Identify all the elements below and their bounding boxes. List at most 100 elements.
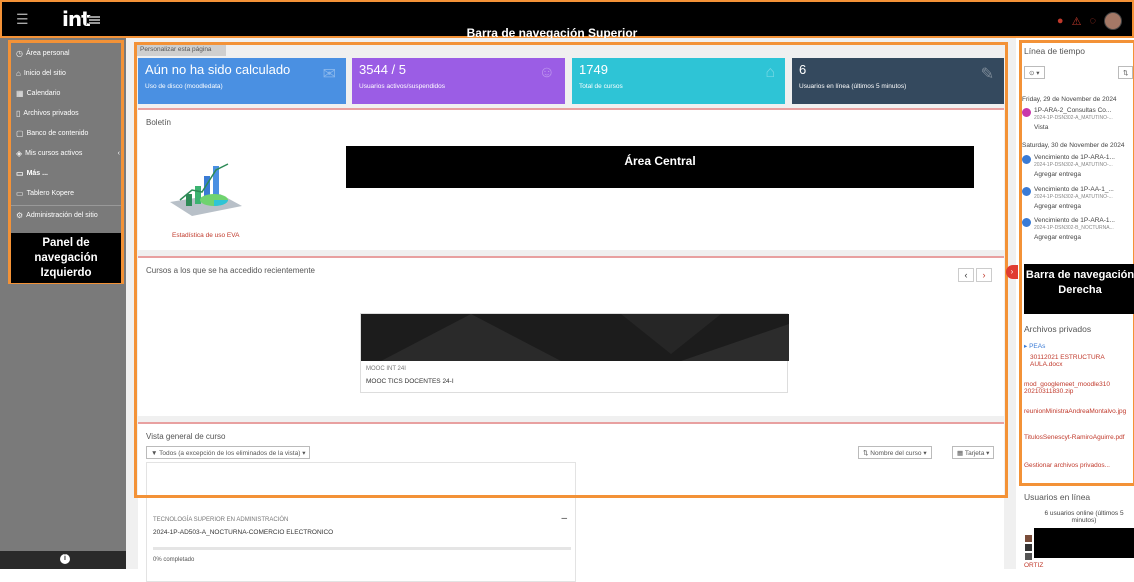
timeline-date: Friday, 29 de November de 2024: [1022, 96, 1117, 103]
block-title: Boletín: [146, 118, 171, 127]
right-panel-annotation-label: Barra de navegación Derecha: [1024, 264, 1134, 314]
folder-icon: ▭: [16, 169, 24, 178]
stat-value: 3544 / 5: [359, 62, 406, 77]
file-link[interactable]: reunionMinistraAndreaMontalvo.jpg: [1024, 408, 1134, 415]
course-banner-image[interactable]: [361, 314, 789, 361]
sidebar-item-area-personal[interactable]: ◷ Área personal: [16, 49, 70, 58]
stat-value: 6: [799, 62, 807, 77]
overview-course-card[interactable]: TECNOLOGÍA SUPERIOR EN ADMINISTRACIÓN 20…: [146, 462, 576, 582]
graduation-cap-icon: ⌂: [765, 64, 775, 81]
sidebar-divider: [11, 205, 121, 206]
prev-arrow-icon[interactable]: ‹: [958, 268, 974, 282]
home-icon: ⌂: [16, 69, 21, 78]
alert-icon[interactable]: ⚠: [1072, 15, 1082, 28]
file-link[interactable]: TitulosSenescyt-RamiroAguirre.pdf: [1024, 434, 1128, 441]
view-dropdown[interactable]: ▦ Tarjeta ▾: [952, 446, 995, 459]
recent-courses-block: Cursos a los que se ha accedido reciente…: [138, 256, 1004, 416]
user-avatar[interactable]: [1025, 544, 1032, 551]
timeline-event-course: 2024-1P-DSN302-A_MATUTINO-...: [1034, 162, 1113, 168]
hamburger-menu-icon[interactable]: ☰: [16, 12, 29, 26]
stat-card-disk: Aún no ha sido calculado Uso de disco (m…: [138, 58, 346, 104]
statistics-link[interactable]: Estadística de uso EVA: [172, 232, 239, 239]
logo-mark-icon: [86, 15, 100, 25]
next-arrow-icon[interactable]: ›: [976, 268, 992, 282]
folder-peas[interactable]: ▸ PEAs: [1024, 342, 1045, 350]
user-avatar[interactable]: [1104, 12, 1122, 30]
timeline-event-course: 2024-1P-DSN302-A_MATUTINO-...: [1034, 194, 1113, 200]
chat-icon[interactable]: ◌: [1089, 15, 1096, 27]
timeline-time-filter[interactable]: ⊙ ▾: [1024, 66, 1045, 79]
timeline-event-name[interactable]: Vencimiento de 1P-ARA-1...: [1034, 217, 1115, 224]
gear-icon: ⚙: [16, 211, 24, 220]
sidebar-item-inicio-sitio[interactable]: ⌂ Inicio del sitio: [16, 69, 66, 78]
timeline-event-name[interactable]: Vencimiento de 1P-ARA-1...: [1034, 154, 1115, 161]
sort-icon[interactable]: ⇅: [1118, 66, 1134, 79]
folder-icon: ▭: [16, 189, 24, 198]
block-title: Cursos a los que se ha accedido reciente…: [146, 266, 315, 275]
online-users-title: Usuarios en línea: [1024, 492, 1091, 502]
sidebar-item-label: Tablero Kopere: [26, 190, 75, 197]
grouping-filter-dropdown[interactable]: ▼ Todos (a excepción de los eliminados d…: [146, 446, 311, 459]
sort-dropdown[interactable]: ⇅ Nombre del curso ▾: [858, 446, 932, 459]
timeline-event-action[interactable]: Agregar entrega: [1034, 171, 1081, 178]
statistics-chart-image[interactable]: [170, 160, 242, 220]
recent-course-card[interactable]: MOOC INT 24I MOOC TICS DOCENTES 24-I: [360, 313, 789, 393]
user-avatar[interactable]: [1025, 553, 1032, 560]
online-user-name[interactable]: ORTIZ: [1024, 562, 1043, 569]
envelope-icon: ✉: [322, 66, 336, 83]
course-progress-bar: [153, 547, 571, 550]
central-area-annotation-label: Área Central: [346, 146, 974, 188]
sidebar-item-archivos-privados[interactable]: ▯ Archivos privados: [16, 109, 79, 118]
timeline-event-action[interactable]: Agregar entrega: [1034, 203, 1081, 210]
online-icon: ✎: [980, 66, 994, 83]
stat-value: 1749: [579, 62, 608, 77]
notification-bell-icon[interactable]: ●: [1057, 15, 1064, 27]
stat-card-online: 6 Usuarios en línea (últimos 5 minutos) …: [792, 58, 1004, 104]
timeline-event-action[interactable]: Agregar entrega: [1034, 234, 1081, 241]
sidebar-item-banco-contenido[interactable]: ▢ Banco de contenido: [16, 129, 88, 138]
sidebar-item-mas[interactable]: ▭ Más ...: [16, 169, 48, 178]
assignment-icon: [1022, 218, 1031, 227]
file-link[interactable]: 30112021 ESTRUCTURA AULA.docx: [1030, 354, 1130, 368]
graduation-cap-icon: ◈: [16, 149, 23, 158]
customize-page-button[interactable]: Personalizar esta página: [136, 44, 226, 56]
sidebar-item-label: Archivos privados: [23, 110, 79, 117]
timeline-event-name[interactable]: Vencimiento de 1P-AA-1_...: [1034, 186, 1114, 193]
sidebar-item-label: Inicio del sitio: [23, 70, 66, 77]
timeline-event-course: 2024-1P-DSN302-A_MATUTINO-...: [1034, 115, 1113, 121]
assignment-icon: [1022, 187, 1031, 196]
course-name[interactable]: 2024-1P-AD503-A_NOCTURNA-COMERCIO ELECTR…: [153, 529, 333, 536]
stat-value: Aún no ha sido calculado: [145, 62, 291, 77]
info-icon[interactable]: i: [60, 554, 70, 564]
sidebar-item-tablero-kopere[interactable]: ▭ Tablero Kopere: [16, 189, 74, 198]
sidebar-footer: i: [0, 551, 126, 569]
dashboard-icon: ◷: [16, 49, 23, 58]
right-sidebar: Línea de tiempo ⊙ ▾ ⇅ Friday, 29 de Nove…: [1016, 38, 1134, 569]
online-users-redacted: [1034, 528, 1134, 558]
timeline-event-name[interactable]: 1P-ARA-2_Consultas Co...: [1034, 107, 1111, 114]
stat-label: Uso de disco (moodledata): [145, 83, 223, 90]
timeline-event-action[interactable]: Vista: [1034, 124, 1048, 131]
timeline-date: Saturday, 30 de November de 2024: [1022, 142, 1125, 149]
timeline-event-course: 2024-1P-DSN302-B_NOCTURNA...: [1034, 225, 1114, 231]
sidebar-item-calendario[interactable]: ▦ Calendario: [16, 89, 60, 98]
course-menu-button[interactable]: –: [561, 513, 567, 524]
sidebar-item-mis-cursos[interactable]: ◈ Mis cursos activos ‹: [16, 149, 120, 158]
sidebar-item-label: Administración del sitio: [26, 212, 98, 219]
stat-label: Total de cursos: [579, 83, 623, 90]
user-avatar[interactable]: [1025, 535, 1032, 542]
chevron-left-icon[interactable]: ‹: [118, 150, 120, 157]
sidebar-item-label: Área personal: [25, 50, 70, 57]
left-sidebar: ◷ Área personal ⌂ Inicio del sitio ▦ Cal…: [0, 38, 126, 569]
right-drawer-toggle[interactable]: ›: [1006, 265, 1018, 279]
sidebar-item-label: Mis cursos activos: [25, 150, 83, 157]
sidebar-item-label: Calendario: [26, 90, 61, 97]
assignment-icon: [1022, 108, 1031, 117]
stat-label: Usuarios activos/suspendidos: [359, 83, 445, 90]
course-name[interactable]: MOOC TICS DOCENTES 24-I: [366, 378, 454, 385]
manage-private-files-link[interactable]: Gestionar archivos privados...: [1024, 462, 1110, 469]
file-icon: ▯: [16, 109, 21, 118]
file-link[interactable]: mod_googlemeet_moodle310 20210311830.zip: [1024, 381, 1134, 395]
sidebar-item-label: Más ...: [26, 170, 48, 177]
sidebar-item-administracion[interactable]: ⚙ Administración del sitio: [16, 211, 98, 220]
